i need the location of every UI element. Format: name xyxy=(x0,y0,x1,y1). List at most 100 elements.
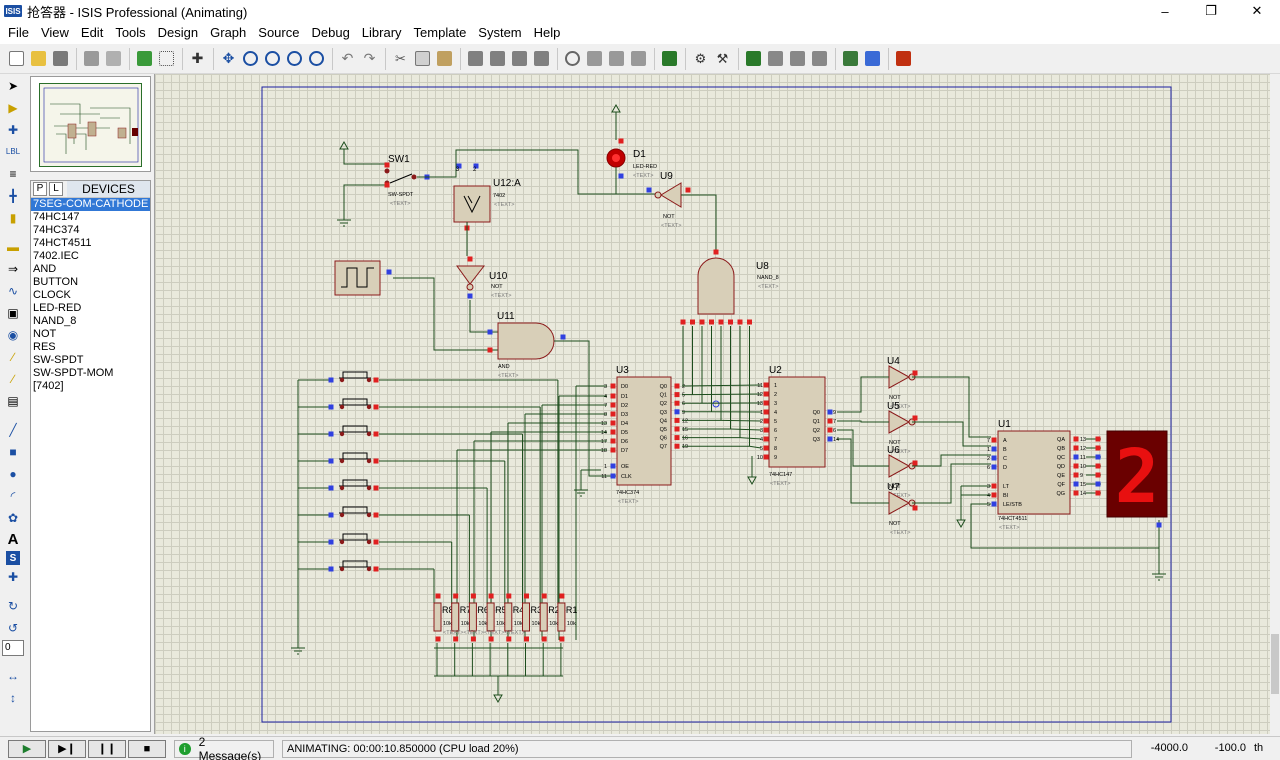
exit-parent-icon[interactable] xyxy=(787,48,808,69)
buses-icon[interactable]: ╋ xyxy=(2,185,24,206)
redraw-icon[interactable] xyxy=(134,48,155,69)
redo-icon[interactable]: ↷ xyxy=(359,48,380,69)
minimize-icon[interactable]: – xyxy=(1142,0,1188,22)
origin-icon[interactable]: ✚ xyxy=(187,48,208,69)
pause-button[interactable]: ❙❙ xyxy=(88,739,126,758)
view-bom-icon[interactable] xyxy=(809,48,830,69)
maximize-icon[interactable]: ❐ xyxy=(1188,0,1234,22)
decompose-icon[interactable] xyxy=(628,48,649,69)
pick-device-icon[interactable] xyxy=(562,48,583,69)
symbol-tool-icon[interactable]: S xyxy=(6,551,20,565)
electrical-check-icon[interactable] xyxy=(862,48,883,69)
zoom-all-icon[interactable] xyxy=(284,48,305,69)
menu-edit[interactable]: Edit xyxy=(75,23,109,43)
device-item[interactable]: NAND_8 xyxy=(31,315,150,328)
close-icon[interactable]: ✕ xyxy=(1234,0,1280,22)
circle-tool-icon[interactable]: ● xyxy=(2,463,24,484)
print-area-icon[interactable] xyxy=(103,48,124,69)
device-item[interactable]: 7SEG-COM-CATHODE xyxy=(31,198,150,211)
stop-button[interactable]: ■ xyxy=(128,739,166,758)
menu-debug[interactable]: Debug xyxy=(305,23,355,43)
device-item[interactable]: 7402.IEC xyxy=(31,250,150,263)
rotation-angle-field[interactable]: 0 xyxy=(2,640,24,656)
zoom-area-icon[interactable] xyxy=(306,48,327,69)
ares-netlist-icon[interactable] xyxy=(893,48,914,69)
remove-sheet-icon[interactable] xyxy=(765,48,786,69)
pick-devices-button[interactable]: P xyxy=(33,182,47,196)
pan-icon[interactable]: ✥ xyxy=(218,48,239,69)
overview-window[interactable] xyxy=(30,76,151,172)
graph-icon[interactable]: ∿ xyxy=(2,280,24,301)
library-manager-button[interactable]: L xyxy=(49,182,63,196)
component-mode-icon[interactable]: ▶ xyxy=(2,97,24,118)
menu-graph[interactable]: Graph xyxy=(204,23,252,43)
zoom-out-icon[interactable] xyxy=(262,48,283,69)
device-item[interactable]: CLOCK xyxy=(31,289,150,302)
undo-icon[interactable]: ↶ xyxy=(337,48,358,69)
play-button[interactable]: ▶ xyxy=(8,739,46,758)
rotate-cw-icon[interactable]: ↻ xyxy=(2,595,24,616)
device-item[interactable]: BUTTON xyxy=(31,276,150,289)
zoom-in-icon[interactable] xyxy=(240,48,261,69)
line-tool-icon[interactable]: ╱ xyxy=(2,419,24,440)
bill-of-materials-icon[interactable] xyxy=(840,48,861,69)
block-delete-icon[interactable] xyxy=(531,48,552,69)
device-item[interactable]: LED-RED xyxy=(31,302,150,315)
block-move-icon[interactable] xyxy=(487,48,508,69)
marker-tool-icon[interactable]: ✚ xyxy=(2,566,24,587)
menu-file[interactable]: File xyxy=(2,23,35,43)
search-tag-icon[interactable]: ⚙ xyxy=(690,48,711,69)
rotate-ccw-icon[interactable]: ↺ xyxy=(2,617,24,638)
device-item[interactable]: 74HCT4511 xyxy=(31,237,150,250)
selection-mode-icon[interactable]: ➤ xyxy=(2,75,24,96)
step-button[interactable]: ▶❙ xyxy=(48,739,86,758)
menu-tools[interactable]: Tools xyxy=(109,23,151,43)
junction-dot-icon[interactable]: ✚ xyxy=(2,119,24,140)
menu-help[interactable]: Help xyxy=(528,23,567,43)
device-item[interactable]: 74HC147 xyxy=(31,211,150,224)
menu-view[interactable]: View xyxy=(35,23,75,43)
open-folder-icon[interactable] xyxy=(28,48,49,69)
device-pins-icon[interactable]: ⇒ xyxy=(2,258,24,279)
subcircuit-icon[interactable]: ▮ xyxy=(2,207,24,228)
wire-label-icon[interactable]: LBL xyxy=(2,141,24,162)
message-area[interactable]: i 2 Message(s) xyxy=(174,735,274,760)
grid-icon[interactable] xyxy=(156,48,177,69)
menu-design[interactable]: Design xyxy=(152,23,204,43)
device-item[interactable]: RES xyxy=(31,341,150,354)
vertical-scrollbar[interactable] xyxy=(1270,74,1280,734)
device-item[interactable]: 74HC374 xyxy=(31,224,150,237)
tape-recorder-icon[interactable]: ▣ xyxy=(2,302,24,323)
menu-library[interactable]: Library xyxy=(356,23,408,43)
mirror-vertical-icon[interactable]: ↕ xyxy=(2,687,24,708)
schematic-drawing[interactable]: SW1 SW-SPDT <TEXT> 3 2 U12:A 7402 <TEXT> U10 NOT <… xyxy=(155,74,1261,734)
new-sheet-icon[interactable] xyxy=(743,48,764,69)
device-item[interactable]: AND xyxy=(31,263,150,276)
copy-icon[interactable] xyxy=(412,48,433,69)
menu-source[interactable]: Source xyxy=(252,23,305,43)
text-tool-icon[interactable]: A xyxy=(2,529,24,550)
cut-icon[interactable]: ✂ xyxy=(390,48,411,69)
virtual-instruments-icon[interactable]: ▤ xyxy=(2,390,24,411)
generator-icon[interactable]: ◉ xyxy=(2,324,24,345)
box-tool-icon[interactable]: ■ xyxy=(2,441,24,462)
make-device-icon[interactable] xyxy=(584,48,605,69)
menu-template[interactable]: Template xyxy=(408,23,473,43)
new-file-icon[interactable] xyxy=(6,48,27,69)
mirror-horizontal-icon[interactable]: ↔ xyxy=(2,665,24,686)
paste-icon[interactable] xyxy=(434,48,455,69)
terminals-icon[interactable]: ▬ xyxy=(2,236,24,257)
device-item[interactable]: [7402] xyxy=(31,380,150,393)
wire-autorouter-icon[interactable] xyxy=(659,48,680,69)
device-item[interactable]: SW-SPDT xyxy=(31,354,150,367)
vertical-scrollbar-thumb[interactable] xyxy=(1271,634,1279,694)
menu-system[interactable]: System xyxy=(472,23,527,43)
device-item[interactable]: SW-SPDT-MOM xyxy=(31,367,150,380)
property-tool-icon[interactable]: ⚒ xyxy=(712,48,733,69)
path-tool-icon[interactable]: ✿ xyxy=(2,507,24,528)
device-item[interactable]: NOT xyxy=(31,328,150,341)
arc-tool-icon[interactable]: ◜ xyxy=(2,485,24,506)
packaging-tool-icon[interactable] xyxy=(606,48,627,69)
block-rotate-icon[interactable] xyxy=(509,48,530,69)
voltage-probe-icon[interactable]: ∕ xyxy=(2,346,24,367)
